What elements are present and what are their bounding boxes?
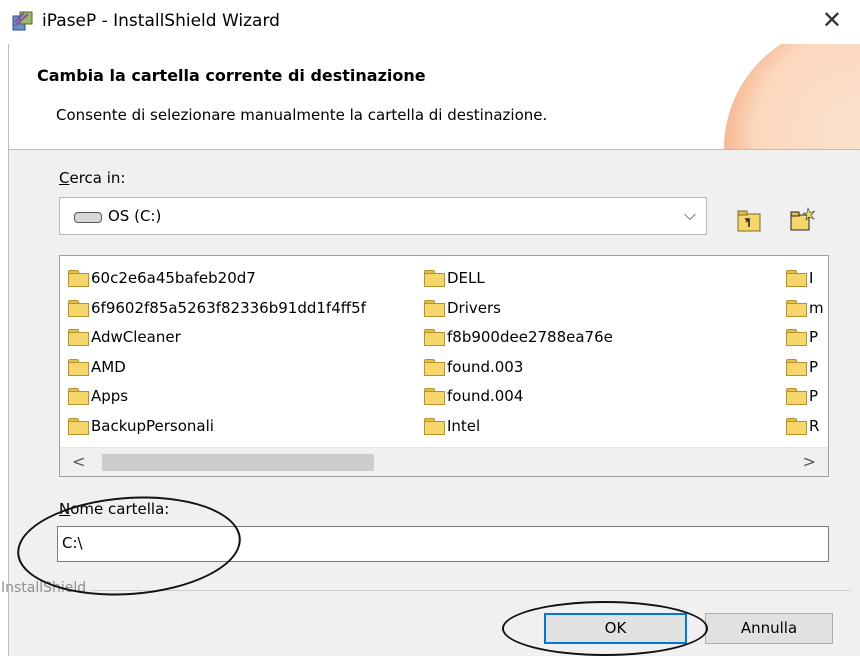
list-item[interactable]: m <box>786 294 824 324</box>
list-item[interactable]: BackupPersonali <box>68 412 366 442</box>
folder-icon <box>424 417 445 435</box>
window-title: iPaseP - InstallShield Wizard <box>42 11 280 31</box>
folder-icon <box>424 270 445 287</box>
list-item[interactable]: P <box>786 323 824 353</box>
installer-icon <box>12 11 33 31</box>
scroll-left-icon[interactable]: < <box>72 452 85 471</box>
list-item[interactable]: 60c2e6a45bafeb20d7 <box>68 264 366 294</box>
list-item[interactable]: Apps <box>68 382 366 412</box>
list-item[interactable]: I <box>786 264 824 294</box>
folder-column-1: 60c2e6a45bafeb20d7 6f9602f85a5263f82336b… <box>68 264 366 441</box>
installshield-brand: InstallShield <box>1 580 87 596</box>
list-item[interactable]: R <box>786 412 824 442</box>
folder-list[interactable]: 60c2e6a45bafeb20d7 6f9602f85a5263f82336b… <box>59 255 829 477</box>
folder-icon <box>424 329 445 346</box>
folder-name-label: Nome cartella: <box>59 500 170 518</box>
folder-icon <box>786 358 807 376</box>
folder-icon <box>68 329 89 346</box>
list-item[interactable]: Drivers <box>424 294 613 324</box>
scrollbar-thumb[interactable] <box>102 454 374 471</box>
list-item[interactable]: AdwCleaner <box>68 323 366 353</box>
folder-name-value: C:\ <box>62 534 83 552</box>
folder-icon <box>68 417 89 435</box>
folder-icon <box>68 299 89 317</box>
folder-icon <box>68 358 89 376</box>
header-graphic <box>724 44 860 149</box>
folder-column-3: I m P P P R <box>786 264 824 441</box>
folder-icon <box>424 299 445 317</box>
page-subtitle: Consente di selezionare manualmente la c… <box>56 106 548 124</box>
page-title: Cambia la cartella corrente di destinazi… <box>37 66 426 85</box>
look-in-value: OS (C:) <box>108 207 162 225</box>
folder-icon <box>786 270 807 287</box>
dialog-body: Cerca in: OS (C:) ⌵ 60c2e6a45bafeb20d7 6… <box>1 150 860 656</box>
list-item[interactable]: AMD <box>68 353 366 383</box>
new-folder-icon[interactable] <box>789 206 815 232</box>
folder-icon <box>786 329 807 346</box>
look-in-label: Cerca in: <box>59 169 126 187</box>
list-item[interactable]: P <box>786 382 824 412</box>
list-item[interactable]: found.003 <box>424 353 613 383</box>
horizontal-scrollbar[interactable]: < > <box>60 447 828 476</box>
ok-button[interactable]: OK <box>544 613 687 644</box>
footer-divider <box>91 590 851 591</box>
title-bar: iPaseP - InstallShield Wizard ✕ <box>0 0 860 44</box>
folder-icon <box>424 388 445 405</box>
folder-up-icon[interactable] <box>736 208 762 234</box>
list-item[interactable]: 6f9602f85a5263f82336b91dd1f4ff5f <box>68 294 366 324</box>
folder-icon <box>68 270 89 287</box>
folder-column-2: DELL Drivers f8b900dee2788ea76e found.00… <box>424 264 613 441</box>
cancel-button[interactable]: Annulla <box>705 613 833 644</box>
close-icon[interactable]: ✕ <box>822 6 842 34</box>
wizard-header: Cambia la cartella corrente di destinazi… <box>8 44 860 150</box>
folder-icon <box>424 358 445 376</box>
folder-name-field[interactable]: C:\ <box>57 526 829 562</box>
list-item[interactable]: f8b900dee2788ea76e <box>424 323 613 353</box>
list-item[interactable]: DELL <box>424 264 613 294</box>
folder-icon <box>786 299 807 317</box>
drive-icon <box>74 212 102 223</box>
look-in-select[interactable]: OS (C:) ⌵ <box>59 197 707 235</box>
list-item[interactable]: P <box>786 353 824 383</box>
scroll-right-icon[interactable]: > <box>803 452 816 471</box>
folder-icon <box>786 388 807 405</box>
list-item[interactable]: found.004 <box>424 382 613 412</box>
list-item[interactable]: Intel <box>424 412 613 442</box>
chevron-down-icon[interactable]: ⌵ <box>684 205 696 225</box>
folder-icon <box>68 388 89 405</box>
folder-icon <box>786 417 807 435</box>
